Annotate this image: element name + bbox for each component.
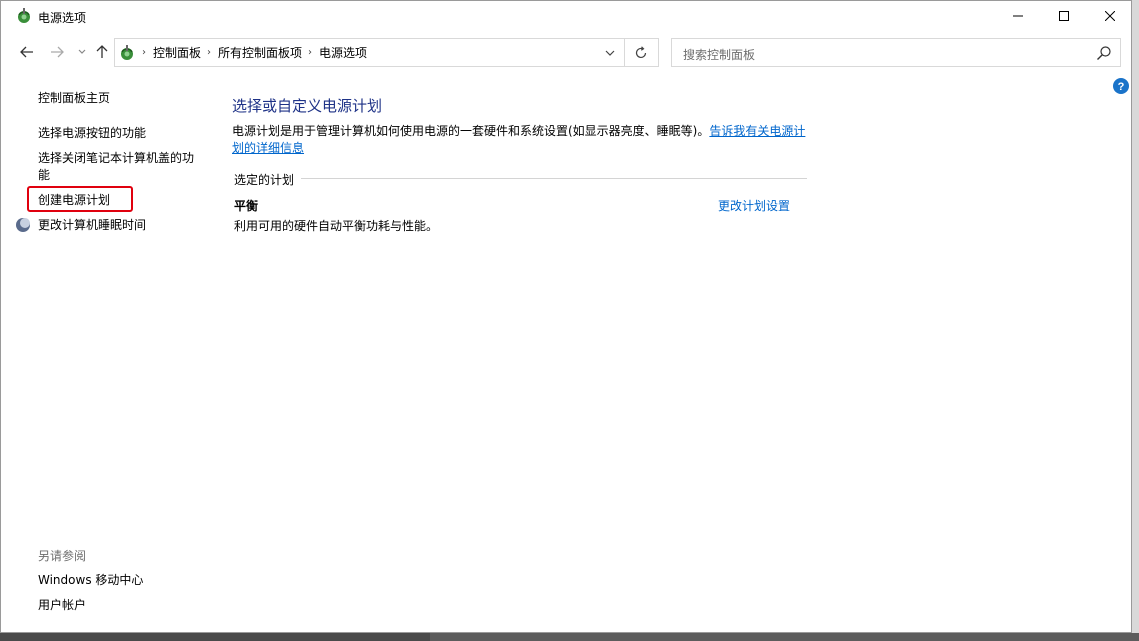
refresh-icon <box>635 46 647 59</box>
forward-button[interactable] <box>48 43 66 61</box>
moon-shield-icon <box>16 218 30 232</box>
chevron-down-icon <box>605 50 615 56</box>
change-sleep-time-link[interactable]: 更改计算机睡眠时间 <box>38 217 146 234</box>
close-button[interactable] <box>1087 1 1133 31</box>
chevron-down-icon <box>78 49 86 54</box>
refresh-button[interactable] <box>632 44 650 62</box>
minimize-icon <box>1013 15 1023 17</box>
control-panel-icon <box>121 44 133 60</box>
divider <box>301 178 807 179</box>
taskbar-strip <box>430 633 1139 641</box>
watermark: CSDN @Leaf33 <box>995 614 1110 631</box>
maximize-icon <box>1059 11 1069 21</box>
breadcrumb-all-items[interactable]: 所有控制面板项 <box>218 44 302 61</box>
arrow-right-icon <box>51 46 64 58</box>
selected-plan-label: 选定的计划 <box>234 173 295 187</box>
breadcrumb-power-options[interactable]: 电源选项 <box>319 44 367 61</box>
description-text: 电源计划是用于管理计算机如何使用电源的一套硬件和系统设置(如显示器亮度、睡眠等)… <box>232 124 710 138</box>
up-button[interactable] <box>93 43 111 61</box>
choose-power-buttons-link[interactable]: 选择电源按钮的功能 <box>38 125 146 142</box>
address-dropdown-button[interactable] <box>602 44 618 62</box>
search-icon[interactable] <box>1096 45 1112 61</box>
address-bar[interactable]: › 控制面板 › 所有控制面板项 › 电源选项 <box>114 38 659 67</box>
help-icon[interactable]: ? <box>1113 78 1129 94</box>
power-options-icon <box>18 8 30 23</box>
user-accounts-link[interactable]: 用户帐户 <box>38 597 86 614</box>
change-plan-settings-link[interactable]: 更改计划设置 <box>718 197 790 214</box>
title-bar: 电源选项 <box>1 1 1131 31</box>
recent-locations-button[interactable] <box>73 43 91 61</box>
search-placeholder: 搜索控制面板 <box>683 48 756 62</box>
chevron-right-icon[interactable]: › <box>207 47 211 58</box>
plan-radio-balanced[interactable]: 平衡 <box>234 197 258 214</box>
plan-description-text: 电源计划是用于管理计算机如何使用电源的一套硬件和系统设置(如显示器亮度、睡眠等)… <box>232 123 812 157</box>
back-button[interactable] <box>18 43 36 61</box>
create-power-plan-link[interactable]: 创建电源计划 <box>38 192 110 209</box>
power-options-window: 电源选项 › 控制面板 › 所有控制面板项 › 电源选项 搜索控制面板 ? 控制… <box>0 0 1132 633</box>
control-panel-home-link[interactable]: 控制面板主页 <box>38 90 110 107</box>
see-also-label: 另请参阅 <box>38 549 87 563</box>
maximize-button[interactable] <box>1041 1 1087 31</box>
svg-text:?: ? <box>1118 81 1125 93</box>
windows-mobility-center-link[interactable]: Windows 移动中心 <box>38 572 143 589</box>
divider <box>624 39 625 66</box>
close-icon <box>1105 11 1115 21</box>
chevron-right-icon: › <box>142 47 146 58</box>
plan-description: 利用可用的硬件自动平衡功耗与性能。 <box>234 219 439 233</box>
navigation-bar: › 控制面板 › 所有控制面板项 › 电源选项 搜索控制面板 <box>1 35 1131 69</box>
arrow-left-icon <box>20 46 33 58</box>
breadcrumb-control-panel[interactable]: 控制面板 <box>153 44 201 61</box>
minimize-button[interactable] <box>995 1 1041 31</box>
search-input[interactable]: 搜索控制面板 <box>671 38 1121 67</box>
chevron-right-icon[interactable]: › <box>308 47 312 58</box>
window-title: 电源选项 <box>38 11 87 25</box>
page-title: 选择或自定义电源计划 <box>232 97 383 115</box>
arrow-up-icon <box>96 45 108 58</box>
lid-close-link-line1[interactable]: 选择关闭笔记本计算机盖的功 <box>38 150 194 167</box>
lid-close-link-line2[interactable]: 能 <box>38 167 50 184</box>
